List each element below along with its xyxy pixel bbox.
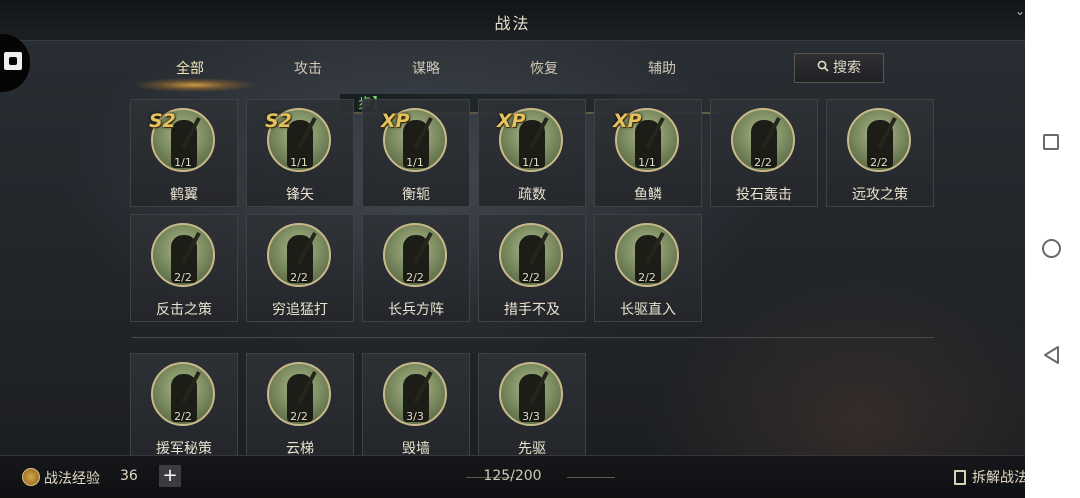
title-bar: 战法 ⌄ (0, 0, 1025, 41)
skill-level: 1/1 (290, 156, 308, 169)
skill-name: 疏数 (518, 187, 546, 203)
skill-name: 穷追猛打 (272, 302, 328, 318)
skill-level: 2/2 (174, 410, 192, 423)
skill-level: 3/3 (522, 410, 540, 423)
tab-support[interactable]: 辅助 (612, 58, 712, 78)
skill-card[interactable]: S2 1/1 鹤翼 (130, 99, 238, 207)
skill-level: 2/2 (522, 271, 540, 284)
skill-card[interactable]: 2/2 援军秘策 (130, 353, 238, 461)
season-tag: XP (497, 110, 526, 132)
skill-card[interactable]: XP 1/1 疏数 (478, 99, 586, 207)
search-icon (817, 54, 829, 82)
skill-card[interactable]: 3/3 毁墙 (362, 353, 470, 461)
season-tag: XP (381, 110, 410, 132)
decompose-icon (954, 470, 966, 485)
search-label: 搜索 (833, 60, 861, 76)
skill-card[interactable]: 2/2 措手不及 (478, 214, 586, 322)
back-icon[interactable] (1042, 345, 1062, 365)
section-divider (132, 337, 934, 338)
skill-name: 鹤翼 (170, 187, 198, 203)
skill-level: 2/2 (406, 271, 424, 284)
skill-level: 1/1 (174, 156, 192, 169)
side-menu-handle[interactable] (0, 34, 30, 92)
skill-name: 投石轰击 (736, 187, 792, 203)
tab-all[interactable]: 全部 (134, 58, 254, 92)
home-icon[interactable] (1042, 239, 1061, 258)
skill-card[interactable]: 2/2 反击之策 (130, 214, 238, 322)
skill-name: 长兵方阵 (388, 302, 444, 318)
android-nav-bar (1025, 0, 1080, 498)
skill-count: 125/200 (483, 468, 542, 484)
skill-level: 2/2 (870, 156, 888, 169)
bottom-bar: 战法经验 36 + 125/200 拆解战法 (0, 455, 1025, 498)
tab-label: 全部 (176, 61, 204, 77)
skill-name: 衡轭 (402, 187, 430, 203)
decompose-label: 拆解战法 (972, 470, 1025, 486)
skill-name: 鱼鳞 (634, 187, 662, 203)
skill-level: 2/2 (290, 410, 308, 423)
season-tag: S2 (265, 110, 292, 132)
skill-level: 2/2 (174, 271, 192, 284)
active-tab-glow (134, 78, 254, 92)
season-tag: S2 (149, 110, 176, 132)
count-wrap: 125/200 (0, 456, 1025, 498)
puzzle-icon (4, 52, 22, 70)
skill-level: 3/3 (406, 410, 424, 423)
skill-level: 1/1 (638, 156, 656, 169)
search-button[interactable]: 搜索 (794, 53, 884, 83)
skill-level: 1/1 (406, 156, 424, 169)
skill-card[interactable]: S2 1/1 锋矢 (246, 99, 354, 207)
decompose-button[interactable]: 拆解战法 (954, 467, 1025, 487)
skill-card[interactable]: XP 1/1 衡轭 (362, 99, 470, 207)
skill-level: 2/2 (290, 271, 308, 284)
skill-name: 措手不及 (504, 302, 560, 318)
skill-card[interactable]: 2/2 投石轰击 (710, 99, 818, 207)
close-icon[interactable]: ⌄ (1015, 4, 1025, 18)
skill-level: 2/2 (754, 156, 772, 169)
season-tag: XP (613, 110, 642, 132)
skill-level: 1/1 (522, 156, 540, 169)
game-screen: 战法 ⌄ 全部 攻击 谋略 恢复 辅助 搜索 步】 S2 1/1 鹤翼 S2 1… (0, 0, 1025, 498)
skill-name: 长驱直入 (620, 302, 676, 318)
skill-card[interactable]: XP 1/1 鱼鳞 (594, 99, 702, 207)
skill-level: 2/2 (638, 271, 656, 284)
page-title: 战法 (494, 14, 531, 33)
skill-name: 反击之策 (156, 302, 212, 318)
tab-attack[interactable]: 攻击 (258, 58, 358, 78)
tab-strategy[interactable]: 谋略 (376, 58, 476, 78)
skill-card[interactable]: 3/3 先驱 (478, 353, 586, 461)
skill-card[interactable]: 2/2 远攻之策 (826, 99, 934, 207)
category-tabs: 全部 攻击 谋略 恢复 辅助 (130, 58, 790, 92)
skill-card[interactable]: 2/2 穷追猛打 (246, 214, 354, 322)
recents-icon[interactable] (1043, 134, 1059, 150)
skill-name: 远攻之策 (852, 187, 908, 203)
skill-name: 锋矢 (286, 187, 314, 203)
tab-recovery[interactable]: 恢复 (494, 58, 594, 78)
skill-card[interactable]: 2/2 云梯 (246, 353, 354, 461)
skill-card[interactable]: 2/2 长驱直入 (594, 214, 702, 322)
skill-card[interactable]: 2/2 长兵方阵 (362, 214, 470, 322)
